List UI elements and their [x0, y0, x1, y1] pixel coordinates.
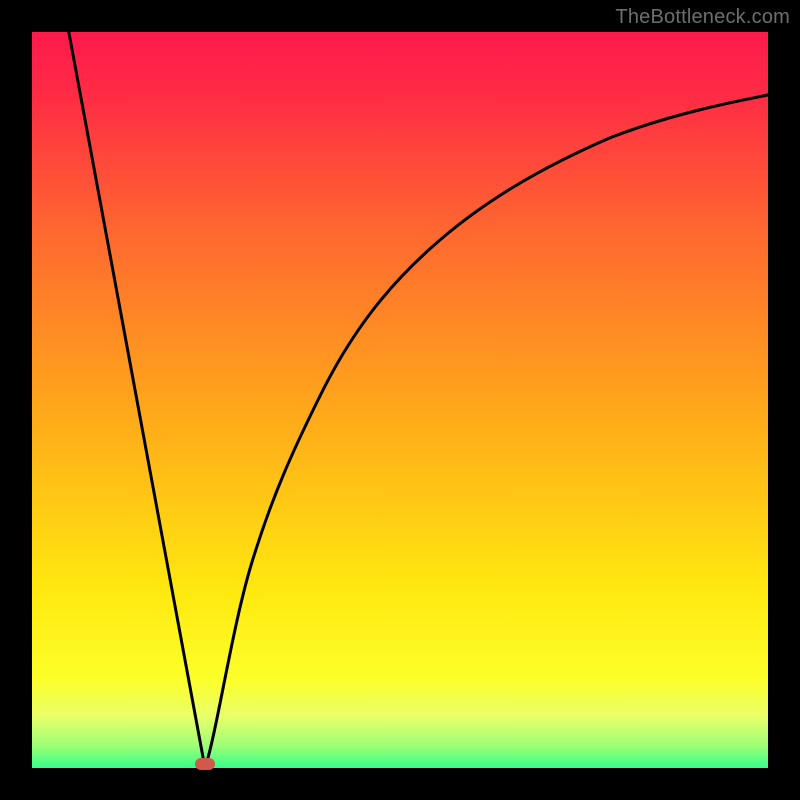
attribution-label: TheBottleneck.com [615, 6, 790, 29]
chart-frame: TheBottleneck.com [0, 0, 800, 800]
plot-area [32, 32, 768, 768]
minimum-marker [195, 758, 215, 770]
